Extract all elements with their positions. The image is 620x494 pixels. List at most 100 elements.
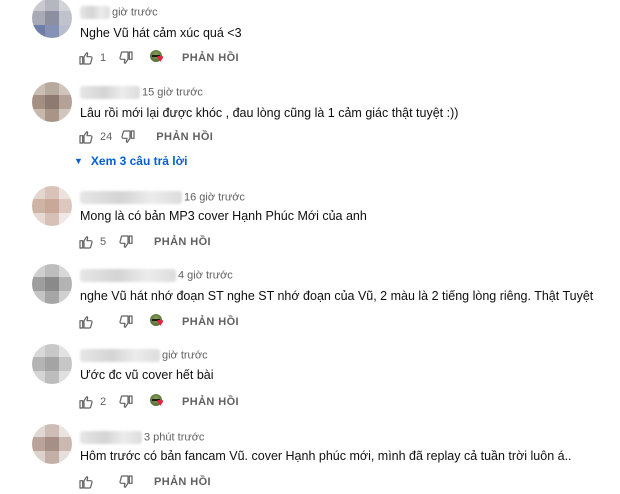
comment-author[interactable]: giờ trước: [80, 6, 158, 20]
view-replies-button[interactable]: ▼ Xem 3 câu trả lời: [74, 154, 188, 168]
author-name-blurred: [80, 431, 142, 444]
like-count: 24: [100, 131, 113, 143]
comment-actions: 24 PHẢN HỒI: [78, 127, 213, 147]
thumb-down-icon[interactable]: [118, 474, 134, 490]
thumb-up-icon[interactable]: [78, 234, 94, 250]
avatar-pixel: [58, 199, 72, 213]
avatar-pixel: [32, 186, 46, 200]
avatar-pixel: [32, 199, 46, 213]
comment-time[interactable]: giờ trước: [112, 7, 158, 19]
avatar-pixel: [45, 0, 59, 12]
avatar-pixel: [58, 108, 72, 122]
avatar-pixel: [45, 108, 59, 122]
comment-author[interactable]: 4 giờ trước: [80, 269, 233, 283]
avatar-pixel: [45, 424, 59, 438]
reply-button[interactable]: PHẢN HỒI: [182, 316, 239, 328]
avatar-pixel: [58, 212, 72, 226]
avatar-pixel: [32, 450, 46, 464]
comment-text: Mong là có bản MP3 cover Hạnh Phúc Mới c…: [80, 209, 367, 223]
heart-icon: ♥: [157, 317, 164, 329]
avatar-pixel: [45, 437, 59, 451]
avatar-pixel: [32, 264, 46, 278]
avatar-pixel: [58, 277, 72, 291]
avatar-pixel: [45, 344, 59, 358]
comment-time[interactable]: 3 phút trước: [144, 432, 204, 444]
comment-author[interactable]: giờ trước: [80, 349, 208, 363]
avatar-pixel: [32, 424, 46, 438]
avatar-pixel: [45, 186, 59, 200]
heart-icon: ♥: [157, 53, 164, 65]
avatar-pixel: [32, 24, 46, 38]
avatar-pixel: [32, 212, 46, 226]
avatar-pixel: [45, 199, 59, 213]
comment-author[interactable]: 15 giờ trước: [80, 86, 203, 100]
avatar-pixel: [45, 24, 59, 38]
reply-button[interactable]: PHẢN HỒI: [156, 131, 213, 143]
creator-heart-badge: ♥: [150, 49, 168, 67]
comment-time[interactable]: 15 giờ trước: [142, 87, 203, 99]
avatar-pixel: [32, 290, 46, 304]
chevron-down-icon: ▼: [74, 156, 83, 166]
avatar[interactable]: [32, 264, 72, 304]
avatar-pixel: [45, 370, 59, 384]
comment-actions: 2 ♥ PHẢN HỒI: [78, 392, 239, 412]
avatar-pixel: [45, 264, 59, 278]
comment-text: Ước đc vũ cover hết bài: [80, 368, 214, 382]
avatar-pixel: [58, 264, 72, 278]
reply-button[interactable]: PHẢN HỒI: [154, 236, 211, 248]
comment-author[interactable]: 3 phút trước: [80, 431, 204, 445]
avatar[interactable]: [32, 424, 72, 464]
avatar-pixel: [32, 0, 46, 12]
avatar-pixel: [45, 212, 59, 226]
thumb-down-icon[interactable]: [118, 314, 134, 330]
reply-button[interactable]: PHẢN HỒI: [154, 476, 211, 488]
thumb-up-icon[interactable]: [78, 129, 94, 145]
comment-author[interactable]: 16 giờ trước: [80, 191, 245, 205]
thumb-up-icon[interactable]: [78, 394, 94, 410]
thumb-up-icon[interactable]: [78, 50, 94, 66]
creator-heart-badge: ♥: [150, 313, 168, 331]
thumb-up-icon[interactable]: [78, 314, 94, 330]
comment-time[interactable]: 16 giờ trước: [184, 192, 245, 204]
avatar-pixel: [58, 82, 72, 96]
comment-text: Hôm trước có bản fancam Vũ. cover Hạnh p…: [80, 449, 572, 463]
avatar-pixel: [45, 277, 59, 291]
avatar-pixel: [32, 370, 46, 384]
reply-button[interactable]: PHẢN HỒI: [182, 396, 239, 408]
avatar-pixel: [32, 82, 46, 96]
avatar-pixel: [58, 290, 72, 304]
avatar-pixel: [58, 11, 72, 25]
thumb-down-icon[interactable]: [118, 234, 134, 250]
avatar[interactable]: [32, 82, 72, 122]
avatar-pixel: [32, 344, 46, 358]
view-replies-label: Xem 3 câu trả lời: [90, 154, 188, 168]
avatar-pixel: [45, 11, 59, 25]
avatar-pixel: [58, 0, 72, 12]
avatar-pixel: [45, 357, 59, 371]
thumb-down-icon[interactable]: [118, 394, 134, 410]
avatar[interactable]: [32, 0, 72, 38]
avatar[interactable]: [32, 186, 72, 226]
author-name-blurred: [80, 269, 176, 282]
author-name-blurred: [80, 6, 110, 19]
avatar-pixel: [58, 357, 72, 371]
comment-text: nghe Vũ hát nhớ đoạn ST nghe ST nhớ đoạn…: [80, 289, 594, 303]
author-name-blurred: [80, 86, 140, 99]
avatar-pixel: [58, 24, 72, 38]
avatar-pixel: [45, 82, 59, 96]
thumb-down-icon[interactable]: [120, 129, 136, 145]
author-name-blurred: [80, 191, 182, 204]
like-count: 5: [100, 236, 107, 248]
comment-time[interactable]: 4 giờ trước: [178, 270, 233, 282]
avatar-pixel: [32, 11, 46, 25]
avatar-pixel: [32, 437, 46, 451]
avatar-pixel: [45, 450, 59, 464]
avatar[interactable]: [32, 344, 72, 384]
comment-time[interactable]: giờ trước: [162, 350, 208, 362]
reply-button[interactable]: PHẢN HỒI: [182, 52, 239, 64]
comment-actions: PHẢN HỒI: [78, 472, 211, 492]
avatar-pixel: [45, 290, 59, 304]
avatar-pixel: [58, 370, 72, 384]
thumb-up-icon[interactable]: [78, 474, 94, 490]
thumb-down-icon[interactable]: [118, 50, 134, 66]
